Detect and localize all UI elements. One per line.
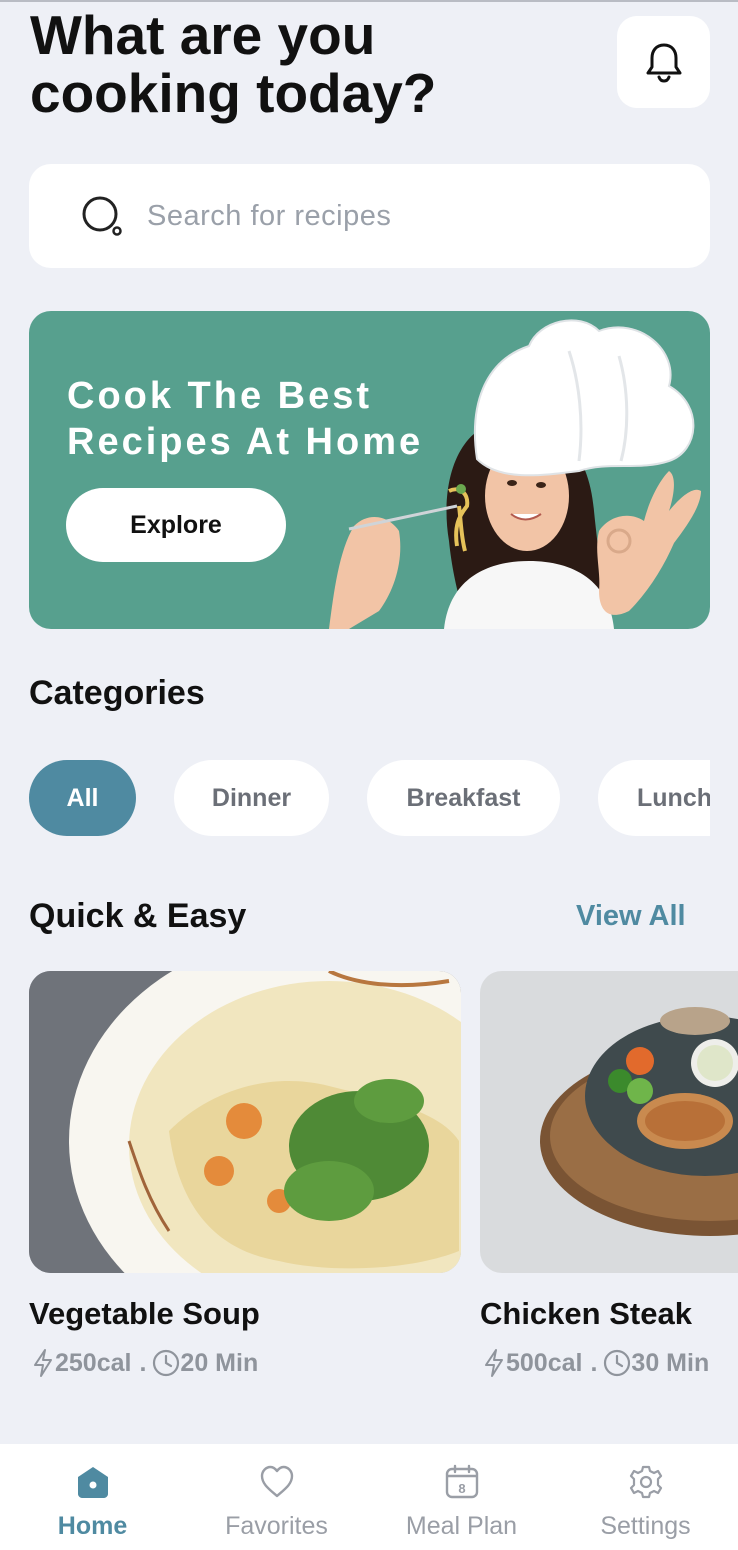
notifications-button[interactable] — [617, 16, 710, 108]
clock-icon — [153, 1349, 180, 1377]
tab-meal-plan-label: Meal Plan — [405, 1512, 518, 1540]
tab-settings[interactable]: Settings — [553, 1444, 738, 1550]
category-chip-breakfast[interactable]: Breakfast — [367, 760, 560, 836]
explore-button[interactable]: Explore — [66, 488, 286, 562]
calendar-icon: 8 — [445, 1464, 478, 1499]
promo-banner: Cook The Best Recipes At Home Explore — [29, 311, 710, 629]
tab-favorites[interactable]: Favorites — [184, 1444, 369, 1550]
tab-home-label: Home — [57, 1512, 128, 1540]
page-title: What are you cooking today? — [30, 4, 437, 124]
recipe-title-vegetable-soup[interactable]: Vegetable Soup — [29, 1296, 260, 1332]
bolt-icon — [34, 1349, 52, 1377]
recipe-calories: 250cal — [55, 1348, 132, 1377]
calendar-badge: 8 — [458, 1481, 465, 1496]
recipe-calories: 500cal — [506, 1348, 583, 1377]
category-chip-dinner[interactable]: Dinner — [174, 760, 329, 836]
quick-easy-title: Quick & Easy — [29, 897, 247, 935]
steak-photo — [480, 971, 738, 1273]
category-chip-lunch[interactable]: Lunch — [598, 760, 710, 836]
bolt-icon — [485, 1349, 503, 1377]
recipe-meta-chicken-steak: 500cal . 30 Min — [482, 1348, 709, 1378]
tab-home[interactable]: Home — [0, 1444, 185, 1550]
category-chip-all[interactable]: All — [29, 760, 136, 836]
search-input[interactable] — [147, 199, 667, 233]
tab-meal-plan[interactable]: 8 Meal Plan — [369, 1444, 554, 1550]
home-icon — [77, 1467, 108, 1498]
bell-icon — [646, 43, 681, 83]
recipe-title-chicken-steak[interactable]: Chicken Steak — [480, 1296, 692, 1332]
heart-icon — [260, 1465, 293, 1498]
recipe-time: 20 Min — [180, 1348, 259, 1377]
soup-photo — [29, 971, 461, 1273]
recipe-image-vegetable-soup[interactable] — [29, 971, 461, 1273]
chef-illustration — [329, 319, 701, 629]
status-divider — [0, 0, 738, 2]
bottom-nav: Home Favorites 8 Meal Plan Settings — [0, 1444, 738, 1550]
search-bar[interactable] — [29, 164, 710, 268]
search-icon — [82, 196, 122, 236]
recipe-time: 30 Min — [631, 1348, 710, 1377]
tab-settings-label: Settings — [600, 1512, 691, 1540]
meta-separator: . — [139, 1348, 147, 1377]
clock-icon — [604, 1349, 631, 1377]
recipe-meta-vegetable-soup: 250cal . 20 Min — [31, 1348, 258, 1378]
categories-title: Categories — [29, 674, 205, 712]
category-chips: All Dinner Breakfast Lunch — [29, 760, 710, 836]
gear-icon — [629, 1465, 662, 1499]
view-all-link[interactable]: View All — [576, 900, 686, 933]
meta-separator: . — [590, 1348, 598, 1377]
recipe-image-chicken-steak[interactable] — [480, 971, 738, 1273]
tab-favorites-label: Favorites — [225, 1512, 328, 1540]
